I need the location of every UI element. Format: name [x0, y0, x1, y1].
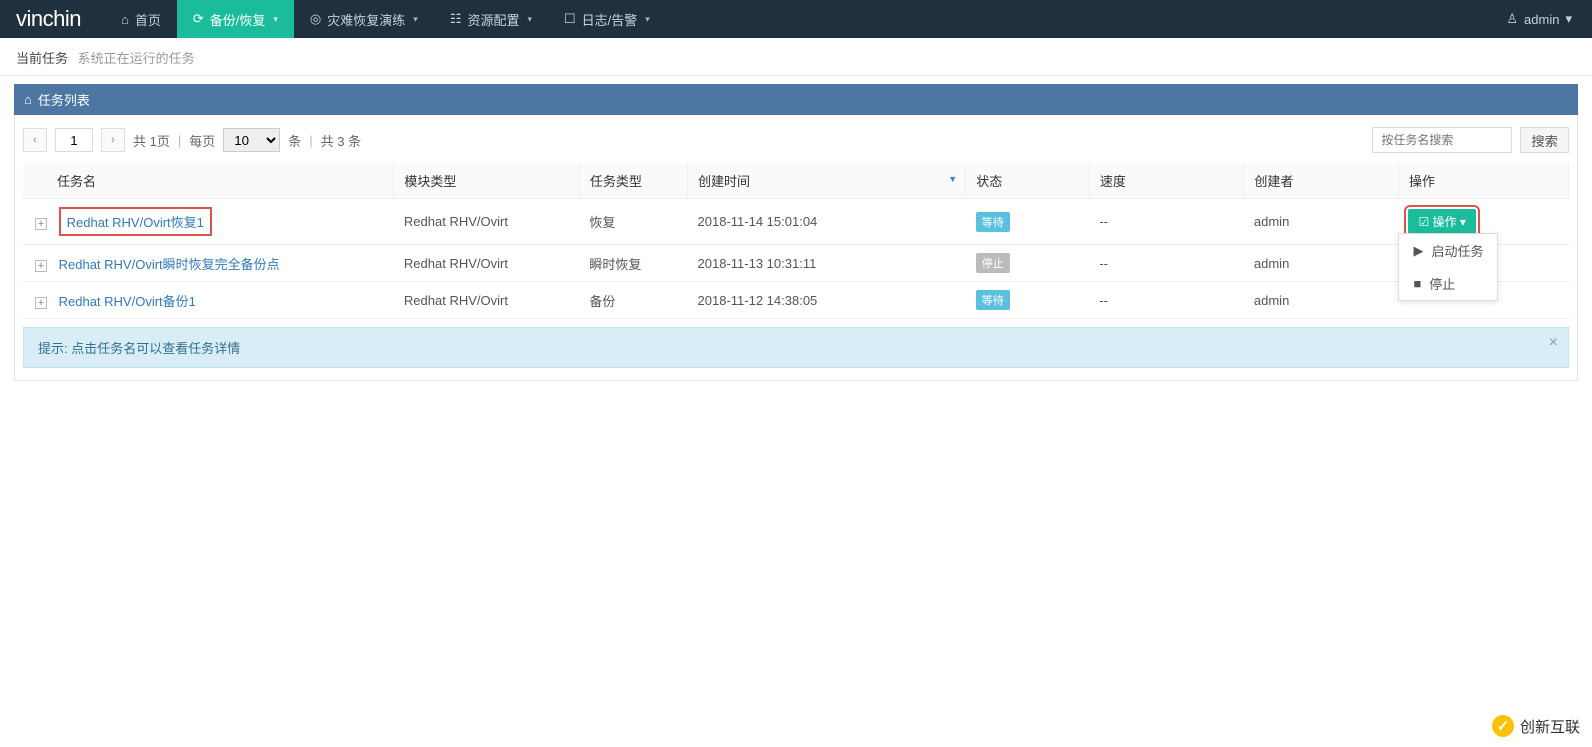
- page-title: 当前任务: [16, 51, 68, 66]
- task-panel: ⌂ 任务列表 ‹ › 共 1页 | 每页 10 条 | 共 3 条 搜索: [14, 84, 1578, 381]
- panel-title-text: 任务列表: [38, 90, 90, 109]
- chevron-down-icon: ▾: [273, 14, 278, 25]
- pager-next-button[interactable]: ›: [101, 128, 125, 152]
- pager-prev-button[interactable]: ‹: [23, 128, 47, 152]
- table-row: + Redhat RHV/Ovirt瞬时恢复完全备份点 Redhat RHV/O…: [23, 245, 1569, 282]
- bell-icon: ☐: [564, 11, 576, 27]
- nav-dr[interactable]: ◎ 灾难恢复演练 ▾: [294, 0, 434, 38]
- corner-brand-icon: ✓: [1492, 715, 1514, 737]
- page-size-select[interactable]: 10: [223, 128, 280, 152]
- table-row: + Redhat RHV/Ovirt备份1 Redhat RHV/Ovirt 备…: [23, 282, 1569, 319]
- menu-stop-task[interactable]: ■停止: [1399, 267, 1497, 300]
- cell-created: 2018-11-13 10:31:11: [688, 245, 966, 282]
- cell-speed: --: [1089, 199, 1244, 245]
- hint-alert: 提示: 点击任务名可以查看任务详情 ×: [23, 327, 1569, 368]
- menu-start-task[interactable]: ▶启动任务: [1399, 234, 1497, 267]
- col-type[interactable]: 任务类型: [579, 163, 687, 199]
- table-row: + Redhat RHV/Ovirt恢复1 Redhat RHV/Ovirt 恢…: [23, 199, 1569, 245]
- operation-menu: ▶启动任务 ■停止: [1398, 233, 1498, 301]
- nav-log[interactable]: ☐ 日志/告警 ▾: [548, 0, 666, 38]
- expand-icon[interactable]: +: [35, 260, 47, 272]
- expand-icon[interactable]: +: [35, 218, 47, 230]
- cell-speed: --: [1089, 282, 1244, 319]
- refresh-icon: ⟳: [193, 11, 204, 27]
- col-speed[interactable]: 速度: [1089, 163, 1244, 199]
- stop-icon: ■: [1413, 276, 1421, 291]
- pager-perpage-label: 每页: [189, 131, 215, 150]
- pager-total: 共 3 条: [321, 131, 361, 150]
- pager-unit: 条: [288, 131, 301, 150]
- close-icon[interactable]: ×: [1549, 334, 1558, 352]
- expand-icon[interactable]: +: [35, 297, 47, 309]
- task-name-link[interactable]: Redhat RHV/Ovirt恢复1: [59, 207, 212, 236]
- operation-button[interactable]: ☑ 操作 ▾: [1408, 209, 1475, 234]
- cell-module: Redhat RHV/Ovirt: [394, 245, 579, 282]
- col-created[interactable]: 创建时间: [688, 163, 966, 199]
- cell-module: Redhat RHV/Ovirt: [394, 282, 579, 319]
- chevron-down-icon: ▾: [1565, 11, 1572, 27]
- status-badge: 等待: [976, 290, 1010, 310]
- corner-brand: ✓ 创新互联: [1492, 715, 1580, 737]
- cell-type: 瞬时恢复: [579, 245, 687, 282]
- cell-creator: admin: [1244, 282, 1399, 319]
- page-subtitle: 系统正在运行的任务: [78, 51, 195, 66]
- nav-backup-label: 备份/恢复: [210, 10, 266, 29]
- col-module[interactable]: 模块类型: [394, 163, 579, 199]
- status-badge: 等待: [976, 212, 1010, 232]
- play-icon: ▶: [1413, 243, 1423, 259]
- nav-log-label: 日志/告警: [582, 10, 638, 29]
- cell-type: 恢复: [579, 199, 687, 245]
- nav-home-label: 首页: [135, 10, 161, 29]
- user-menu[interactable]: ♙ admin ▾: [1486, 0, 1592, 38]
- corner-brand-text: 创新互联: [1520, 716, 1580, 737]
- pager-page-input[interactable]: [55, 128, 93, 152]
- cell-type: 备份: [579, 282, 687, 319]
- nav-resource[interactable]: ☷ 资源配置 ▾: [434, 0, 548, 38]
- col-creator[interactable]: 创建者: [1244, 163, 1399, 199]
- search-button[interactable]: 搜索: [1520, 127, 1569, 153]
- chevron-down-icon: ▾: [527, 14, 532, 25]
- home-icon: ⌂: [24, 92, 32, 107]
- user-name: admin: [1524, 12, 1559, 27]
- col-name[interactable]: 任务名: [23, 163, 394, 199]
- nav-backup[interactable]: ⟳ 备份/恢复 ▾: [177, 0, 294, 38]
- home-icon: ⌂: [121, 12, 129, 27]
- cell-created: 2018-11-12 14:38:05: [688, 282, 966, 319]
- col-status[interactable]: 状态: [966, 163, 1090, 199]
- nav-dr-label: 灾难恢复演练: [327, 10, 405, 29]
- status-badge: 停止: [976, 253, 1010, 273]
- cell-speed: --: [1089, 245, 1244, 282]
- cell-creator: admin: [1244, 245, 1399, 282]
- hint-prefix: 提示:: [38, 341, 68, 356]
- nav-home[interactable]: ⌂ 首页: [105, 0, 177, 38]
- layers-icon: ☷: [450, 11, 462, 27]
- panel-title: ⌂ 任务列表: [14, 84, 1578, 115]
- search-input[interactable]: [1372, 127, 1512, 153]
- user-icon: ♙: [1506, 11, 1518, 27]
- col-op[interactable]: 操作: [1398, 163, 1568, 199]
- pager-total-pages: 共 1页: [133, 131, 170, 150]
- cell-created: 2018-11-14 15:01:04: [688, 199, 966, 245]
- brand-logo: vinchin: [0, 0, 105, 38]
- chevron-down-icon: ▾: [645, 14, 650, 25]
- toolbar: ‹ › 共 1页 | 每页 10 条 | 共 3 条 搜索: [23, 123, 1569, 163]
- shield-icon: ◎: [310, 11, 321, 27]
- hint-text: 点击任务名可以查看任务详情: [71, 341, 240, 356]
- task-name-link[interactable]: Redhat RHV/Ovirt备份1: [59, 294, 196, 309]
- navbar: vinchin ⌂ 首页 ⟳ 备份/恢复 ▾ ◎ 灾难恢复演练 ▾ ☷ 资源配置…: [0, 0, 1592, 38]
- cell-module: Redhat RHV/Ovirt: [394, 199, 579, 245]
- task-name-link[interactable]: Redhat RHV/Ovirt瞬时恢复完全备份点: [59, 257, 280, 272]
- nav-resource-label: 资源配置: [467, 10, 519, 29]
- task-table: 任务名 模块类型 任务类型 创建时间 状态 速度 创建者 操作 + Redhat…: [23, 163, 1569, 319]
- chevron-down-icon: ▾: [413, 14, 418, 25]
- cell-creator: admin: [1244, 199, 1399, 245]
